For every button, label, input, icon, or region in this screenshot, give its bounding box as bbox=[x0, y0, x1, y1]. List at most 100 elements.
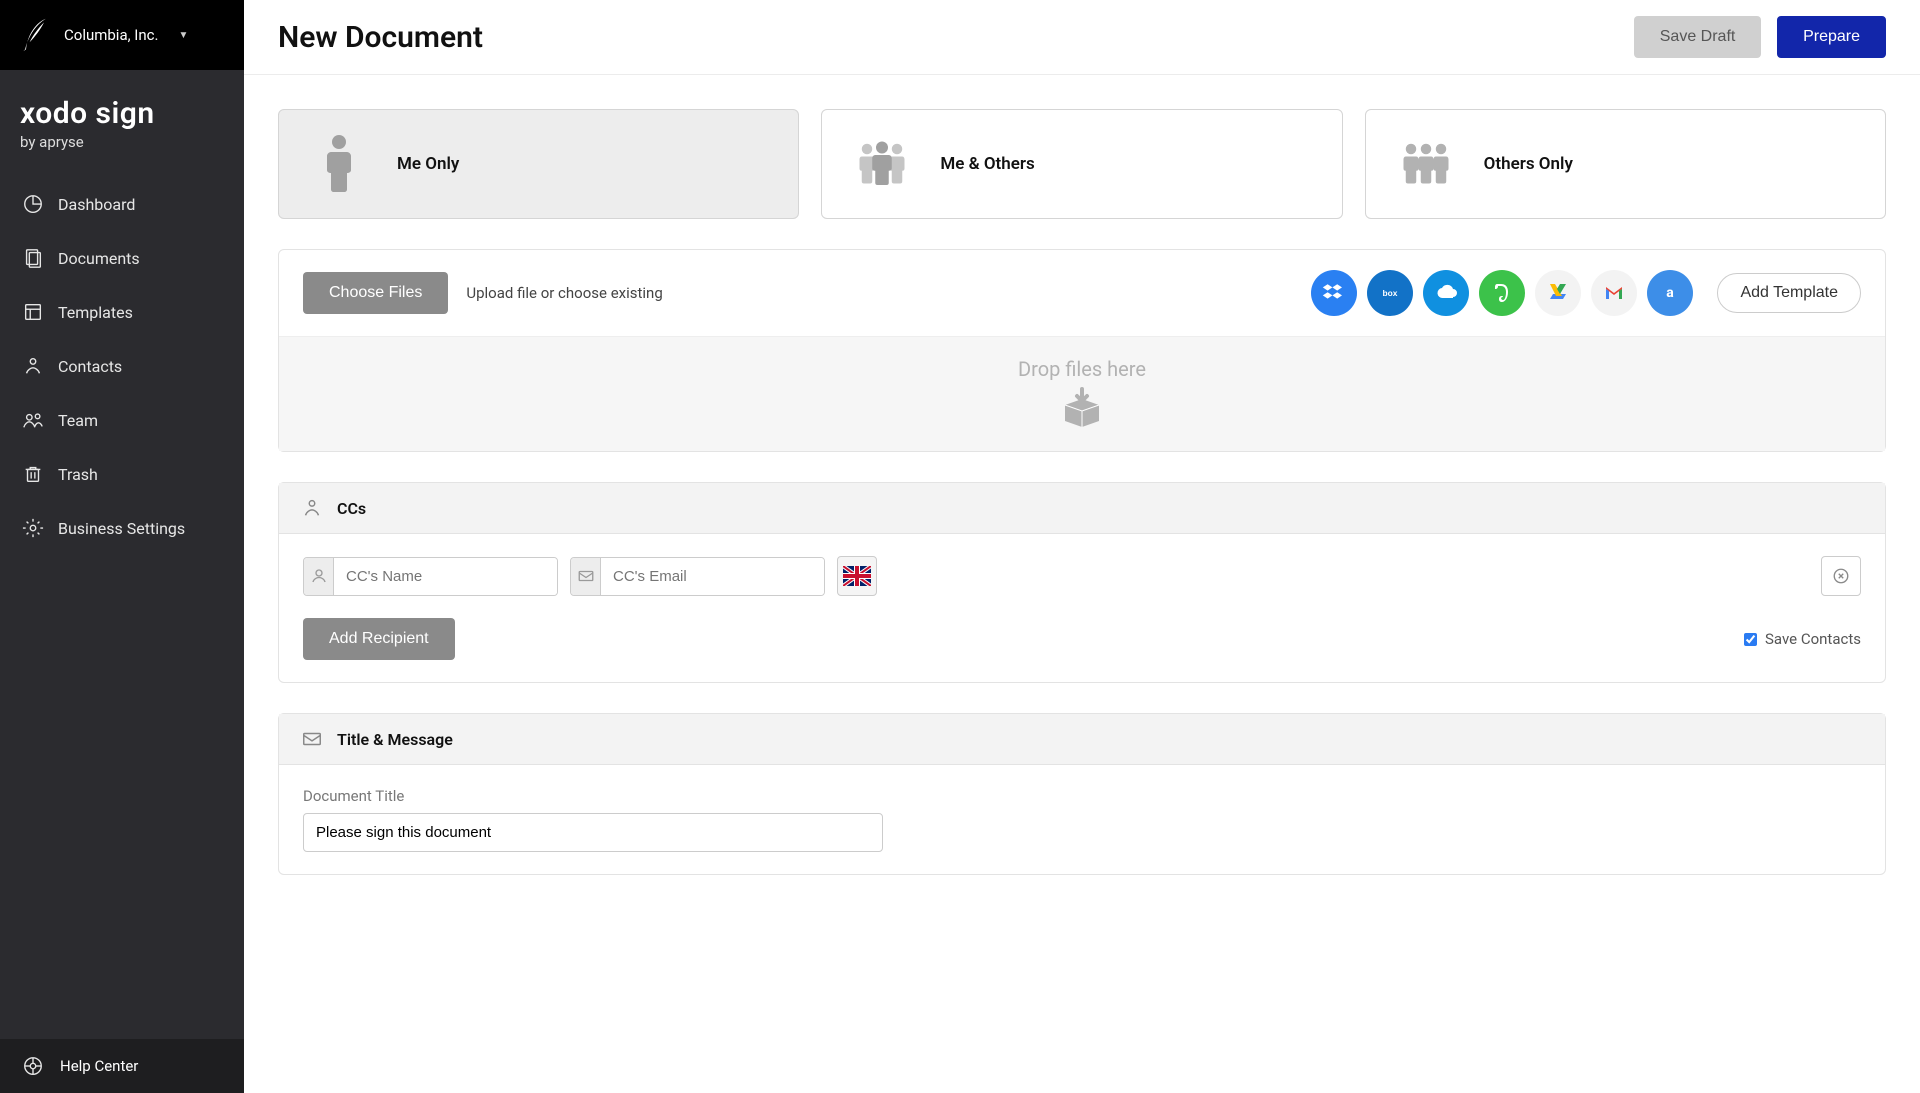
provider-gmail[interactable] bbox=[1591, 270, 1637, 316]
recipient-card-me-only[interactable]: Me Only bbox=[278, 109, 799, 219]
main: New Document Save Draft Prepare Me Only bbox=[244, 0, 1920, 1093]
documents-icon bbox=[22, 247, 44, 269]
brand-title: xodo sign bbox=[20, 96, 224, 131]
person-icon bbox=[309, 132, 369, 196]
title-message-head: Title & Message bbox=[279, 714, 1885, 765]
dropzone[interactable]: Drop files here bbox=[279, 336, 1885, 451]
provider-row: box bbox=[1311, 270, 1861, 316]
account-switcher[interactable]: Columbia, Inc. ▼ bbox=[0, 0, 244, 70]
account-name: Columbia, Inc. bbox=[64, 26, 158, 44]
card-label: Me Only bbox=[397, 154, 459, 174]
nav-trash[interactable]: Trash bbox=[0, 447, 244, 501]
document-title-input[interactable] bbox=[303, 813, 883, 852]
help-icon bbox=[22, 1055, 44, 1077]
close-circle-icon bbox=[1832, 567, 1850, 585]
add-template-button[interactable]: Add Template bbox=[1717, 273, 1861, 313]
person-icon bbox=[304, 558, 334, 595]
cc-email-input[interactable] bbox=[601, 558, 824, 595]
cloud-icon bbox=[1434, 281, 1458, 305]
nav-label: Dashboard bbox=[58, 195, 135, 214]
save-contacts-label: Save Contacts bbox=[1765, 630, 1861, 648]
top-actions: Save Draft Prepare bbox=[1634, 16, 1886, 58]
box-drop-icon bbox=[1059, 387, 1105, 427]
cc-email-group bbox=[570, 557, 825, 596]
brand: xodo sign by apryse bbox=[0, 70, 244, 159]
nav-label: Business Settings bbox=[58, 519, 185, 538]
page-title: New Document bbox=[278, 20, 483, 55]
contacts-icon bbox=[22, 355, 44, 377]
quill-icon bbox=[20, 17, 50, 53]
nav-templates[interactable]: Templates bbox=[0, 285, 244, 339]
choose-files-button[interactable]: Choose Files bbox=[303, 272, 448, 314]
gmail-icon bbox=[1602, 281, 1626, 305]
cc-name-group bbox=[303, 557, 558, 596]
chevron-down-icon: ▼ bbox=[178, 30, 188, 41]
nav-documents[interactable]: Documents bbox=[0, 231, 244, 285]
save-contacts-checkbox[interactable] bbox=[1744, 633, 1757, 646]
recipient-card-me-others[interactable]: Me & Others bbox=[821, 109, 1342, 219]
ccs-title: CCs bbox=[337, 499, 366, 518]
top-bar: New Document Save Draft Prepare bbox=[244, 0, 1920, 75]
provider-box[interactable]: box bbox=[1367, 270, 1413, 316]
title-message-heading: Title & Message bbox=[337, 730, 453, 749]
amazon-icon: a bbox=[1658, 281, 1682, 305]
contacts-icon bbox=[301, 497, 323, 519]
dropzone-text: Drop files here bbox=[1018, 357, 1146, 381]
people-icon bbox=[852, 132, 912, 196]
nav-label: Contacts bbox=[58, 357, 122, 376]
save-draft-button[interactable]: Save Draft bbox=[1634, 16, 1762, 58]
provider-google-drive[interactable] bbox=[1535, 270, 1581, 316]
cc-name-input[interactable] bbox=[334, 558, 557, 595]
card-label: Me & Others bbox=[940, 154, 1034, 174]
brand-subtitle: by apryse bbox=[20, 133, 224, 151]
evernote-icon bbox=[1490, 281, 1514, 305]
nav-team[interactable]: Team bbox=[0, 393, 244, 447]
add-recipient-button[interactable]: Add Recipient bbox=[303, 618, 455, 660]
envelope-icon bbox=[571, 558, 601, 595]
ccs-panel: CCs bbox=[278, 482, 1886, 683]
prepare-button[interactable]: Prepare bbox=[1777, 16, 1886, 58]
cc-remove-button[interactable] bbox=[1821, 556, 1861, 596]
trash-icon bbox=[22, 463, 44, 485]
team-icon bbox=[22, 409, 44, 431]
help-center-link[interactable]: Help Center bbox=[0, 1039, 244, 1093]
choose-files-hint: Upload file or choose existing bbox=[466, 284, 662, 302]
content: Me Only Me & Others Ot bbox=[244, 75, 1920, 939]
gear-icon bbox=[22, 517, 44, 539]
card-label: Others Only bbox=[1484, 154, 1573, 174]
sidebar: Columbia, Inc. ▼ xodo sign by apryse Das… bbox=[0, 0, 244, 1093]
save-contacts-toggle[interactable]: Save Contacts bbox=[1744, 630, 1861, 648]
svg-text:a: a bbox=[1667, 285, 1675, 301]
title-message-panel: Title & Message Document Title bbox=[278, 713, 1886, 875]
box-icon: box bbox=[1378, 281, 1402, 305]
nav-label: Trash bbox=[58, 465, 98, 484]
nav-label: Team bbox=[58, 411, 98, 430]
nav-label: Documents bbox=[58, 249, 140, 268]
provider-dropbox[interactable] bbox=[1311, 270, 1357, 316]
dropbox-icon bbox=[1322, 281, 1346, 305]
file-section: Choose Files Upload file or choose exist… bbox=[278, 249, 1886, 452]
uk-flag-icon bbox=[843, 566, 871, 586]
provider-amazon[interactable]: a bbox=[1647, 270, 1693, 316]
people-icon bbox=[1396, 132, 1456, 196]
ccs-panel-head: CCs bbox=[279, 483, 1885, 534]
templates-icon bbox=[22, 301, 44, 323]
dashboard-icon bbox=[22, 193, 44, 215]
provider-evernote[interactable] bbox=[1479, 270, 1525, 316]
cc-language-button[interactable] bbox=[837, 556, 877, 596]
google-drive-icon bbox=[1546, 281, 1570, 305]
nav-dashboard[interactable]: Dashboard bbox=[0, 177, 244, 231]
envelope-icon bbox=[301, 728, 323, 750]
nav-label: Templates bbox=[58, 303, 133, 322]
help-label: Help Center bbox=[60, 1057, 138, 1075]
cc-row bbox=[303, 556, 1861, 596]
nav-list: Dashboard Documents Templates Contacts T… bbox=[0, 159, 244, 555]
recipient-type-cards: Me Only Me & Others Ot bbox=[278, 109, 1886, 219]
nav-business-settings[interactable]: Business Settings bbox=[0, 501, 244, 555]
nav-contacts[interactable]: Contacts bbox=[0, 339, 244, 393]
svg-text:box: box bbox=[1383, 288, 1398, 298]
recipient-card-others-only[interactable]: Others Only bbox=[1365, 109, 1886, 219]
provider-onedrive[interactable] bbox=[1423, 270, 1469, 316]
document-title-label: Document Title bbox=[303, 787, 1861, 805]
file-top: Choose Files Upload file or choose exist… bbox=[279, 250, 1885, 336]
